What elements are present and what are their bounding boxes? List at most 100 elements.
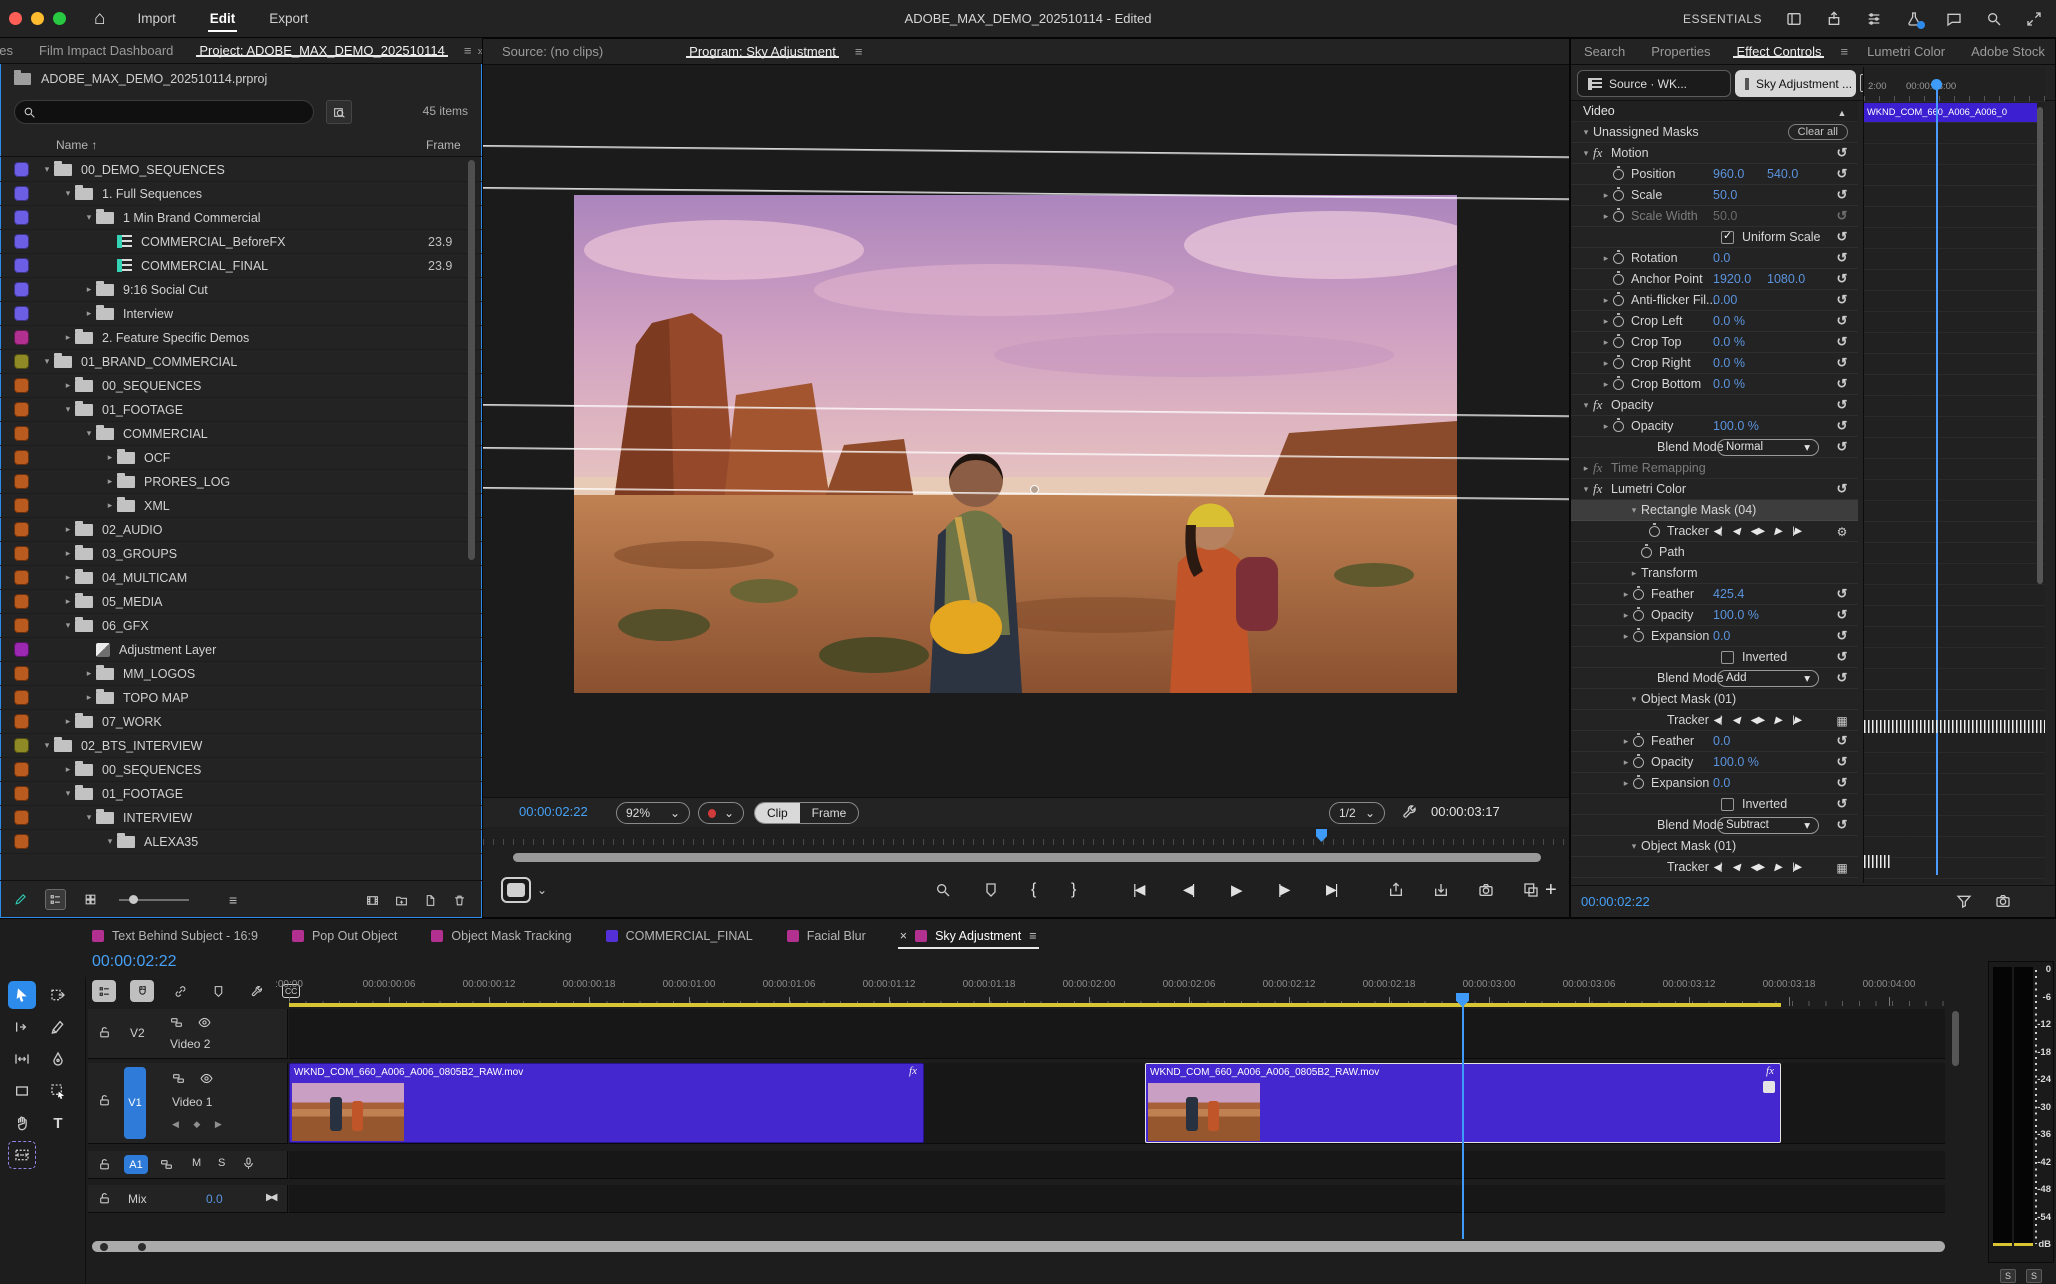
timeline-ruler[interactable]: :00:0000:00:00:0600:00:00:1200:00:00:180… <box>289 976 1945 1006</box>
create-search-bin-button[interactable] <box>326 100 352 124</box>
ec-timeline-ruler[interactable]: 2:00 00:00:03:00 <box>1864 81 2045 101</box>
label-color-chip[interactable] <box>14 426 29 441</box>
item-name[interactable]: COMMERCIAL_BeforeFX <box>141 235 285 249</box>
parameter-value[interactable]: 0.0 <box>1713 629 1730 643</box>
chevron-icon[interactable]: ▾ <box>82 428 96 439</box>
effect-row[interactable]: ▸ fx Time Remapping ▾ ◀|◀◀▶▶|▶ <box>1571 458 1858 479</box>
razor-tool[interactable] <box>44 1013 72 1041</box>
chevron-icon[interactable]: ▾ <box>1627 841 1641 852</box>
project-tree-row[interactable]: ▾ 06_GFX <box>0 614 482 638</box>
reset-parameter-icon[interactable] <box>1833 292 1851 308</box>
mix-level-value[interactable]: 0.0 <box>206 1192 223 1206</box>
playhead-timecode[interactable]: 00:00:02:22 <box>519 804 588 819</box>
export-frame-icon[interactable] <box>1478 881 1494 898</box>
effect-row[interactable]: ▸ Opacity 100.0 % ▾ ◀|◀◀▶▶|▶ <box>1571 605 1858 626</box>
stopwatch-icon[interactable] <box>1613 337 1624 348</box>
parameter-value-2[interactable]: 540.0 <box>1767 167 1798 181</box>
toggle-track-output-eye-icon[interactable] <box>198 1015 211 1029</box>
source-patch-icon[interactable] <box>172 1071 185 1085</box>
video-track-2-header[interactable]: V2 Video 2 <box>88 1009 288 1059</box>
sequence-tab-selected[interactable]: Sky Adjustment ... <box>1735 70 1856 97</box>
add-marker-icon[interactable] <box>206 980 230 1002</box>
project-tree-row[interactable]: ▾ 1 Min Brand Commercial <box>0 206 482 230</box>
effect-row[interactable]: Uniform Scale ▾ ◀|◀◀▶▶|▶ <box>1571 227 1858 248</box>
item-name[interactable]: 00_SEQUENCES <box>102 379 201 393</box>
stopwatch-icon[interactable] <box>1613 169 1624 180</box>
effect-row[interactable]: Blend Mode Subtract▾ ◀|◀◀▶▶|▶ <box>1571 815 1858 836</box>
chevron-icon[interactable]: ▸ <box>61 524 75 535</box>
track-both-icon[interactable]: ◀▶ <box>1750 715 1763 726</box>
stopwatch-icon[interactable] <box>1613 190 1624 201</box>
video-track-2-lane[interactable] <box>289 1009 1945 1059</box>
tab-search[interactable]: Search <box>1571 44 1638 59</box>
item-name[interactable]: 01_FOOTAGE <box>102 787 183 801</box>
effect-row[interactable]: ▾ Object Mask (01) ▾ ◀|◀◀▶▶|▶ <box>1571 836 1858 857</box>
item-name[interactable]: ALEXA35 <box>144 835 198 849</box>
track-both-icon[interactable]: ◀▶ <box>1750 862 1763 873</box>
chevron-icon[interactable]: ▾ <box>40 740 54 751</box>
label-color-chip[interactable] <box>14 378 29 393</box>
tab-properties[interactable]: Properties <box>1638 44 1723 59</box>
workspace-layout-icon[interactable] <box>1786 11 1802 27</box>
stopwatch-icon[interactable] <box>1649 526 1660 537</box>
clear-all-button[interactable]: Clear all <box>1788 124 1848 140</box>
project-tree-row[interactable]: ▸ 02_AUDIO <box>0 518 482 542</box>
snap-magnet-icon[interactable] <box>130 980 154 1002</box>
item-name[interactable]: Interview <box>123 307 173 321</box>
chevron-icon[interactable]: ▸ <box>82 284 96 295</box>
source-patch-icon[interactable] <box>170 1015 183 1029</box>
reset-parameter-icon[interactable] <box>1833 524 1851 539</box>
effect-row[interactable]: ▾ fx Opacity ▾ ◀|◀◀▶▶|▶ <box>1571 395 1858 416</box>
project-tree-row[interactable]: ▸ Interview <box>0 302 482 326</box>
hand-tool[interactable] <box>8 1109 36 1137</box>
item-name[interactable]: 02_BTS_INTERVIEW <box>81 739 202 753</box>
reset-parameter-icon[interactable] <box>1833 334 1851 350</box>
chevron-icon[interactable]: ▾ <box>1579 148 1593 159</box>
item-name[interactable]: XML <box>144 499 170 513</box>
label-color-chip[interactable] <box>14 354 29 369</box>
playback-resolution-select[interactable]: 1/2⌄ <box>1329 802 1385 824</box>
chevron-icon[interactable]: ▾ <box>61 404 75 415</box>
clip-button[interactable]: Clip <box>755 803 800 823</box>
label-color-chip[interactable] <box>14 546 29 561</box>
timeline-vertical-scrollbar[interactable] <box>1952 1011 1959 1066</box>
effect-row[interactable]: ▸ Scale 50.0 ▾ ◀|◀◀▶▶|▶ <box>1571 185 1858 206</box>
item-name[interactable]: 00_SEQUENCES <box>102 763 201 777</box>
project-tree-row[interactable]: ▾ ALEXA35 <box>0 830 482 854</box>
item-name[interactable]: 1. Full Sequences <box>102 187 202 201</box>
stopwatch-icon[interactable] <box>1641 547 1652 558</box>
stopwatch-icon[interactable] <box>1633 757 1644 768</box>
label-color-chip[interactable] <box>14 210 29 225</box>
chevron-icon[interactable]: ▸ <box>61 572 75 583</box>
monitor-playhead[interactable] <box>1316 829 1327 842</box>
checkbox[interactable] <box>1721 651 1734 664</box>
timeline-horizontal-scrollbar[interactable] <box>92 1241 1945 1252</box>
item-name[interactable]: TOPO MAP <box>123 691 189 705</box>
parameter-value[interactable]: 425.4 <box>1713 587 1744 601</box>
mask-vertex-handle[interactable] <box>1030 485 1039 494</box>
voiceover-mic-icon[interactable] <box>242 1156 255 1170</box>
sort-options-icon[interactable]: ≡ <box>229 892 237 908</box>
reset-parameter-icon[interactable] <box>1833 313 1851 329</box>
item-name[interactable]: COMMERCIAL_FINAL <box>141 259 268 273</box>
stopwatch-icon[interactable] <box>1633 736 1644 747</box>
project-tree-row[interactable]: ▾ 1. Full Sequences <box>0 182 482 206</box>
beta-flask-icon[interactable] <box>1906 11 1922 27</box>
project-tree-row[interactable]: ▾ 02_BTS_INTERVIEW <box>0 734 482 758</box>
reset-parameter-icon[interactable] <box>1833 796 1851 812</box>
track-one-forward-icon[interactable]: |▶ <box>1792 862 1800 873</box>
rectangle-tool[interactable] <box>8 1077 36 1105</box>
project-tree-row[interactable]: ▸ MM_LOGOS <box>0 662 482 686</box>
project-tree-row[interactable]: ▸ PRORES_LOG <box>0 470 482 494</box>
chevron-icon[interactable]: ▸ <box>1619 757 1633 768</box>
chevron-icon[interactable]: ▸ <box>1599 253 1613 264</box>
chevron-icon[interactable]: ▸ <box>1599 379 1613 390</box>
stopwatch-icon[interactable] <box>1613 379 1624 390</box>
stopwatch-icon[interactable] <box>1613 358 1624 369</box>
chevron-icon[interactable]: ▾ <box>40 164 54 175</box>
zoom-level-select[interactable]: 92%⌄ <box>616 802 690 824</box>
tab-source-monitor[interactable]: Source: (no clips) <box>489 44 616 59</box>
item-name[interactable]: 02_AUDIO <box>102 523 162 537</box>
parameter-value[interactable]: 100.0 % <box>1713 419 1759 433</box>
effect-row[interactable]: Tracker ▾ ◀|◀◀▶▶|▶ <box>1571 857 1858 878</box>
